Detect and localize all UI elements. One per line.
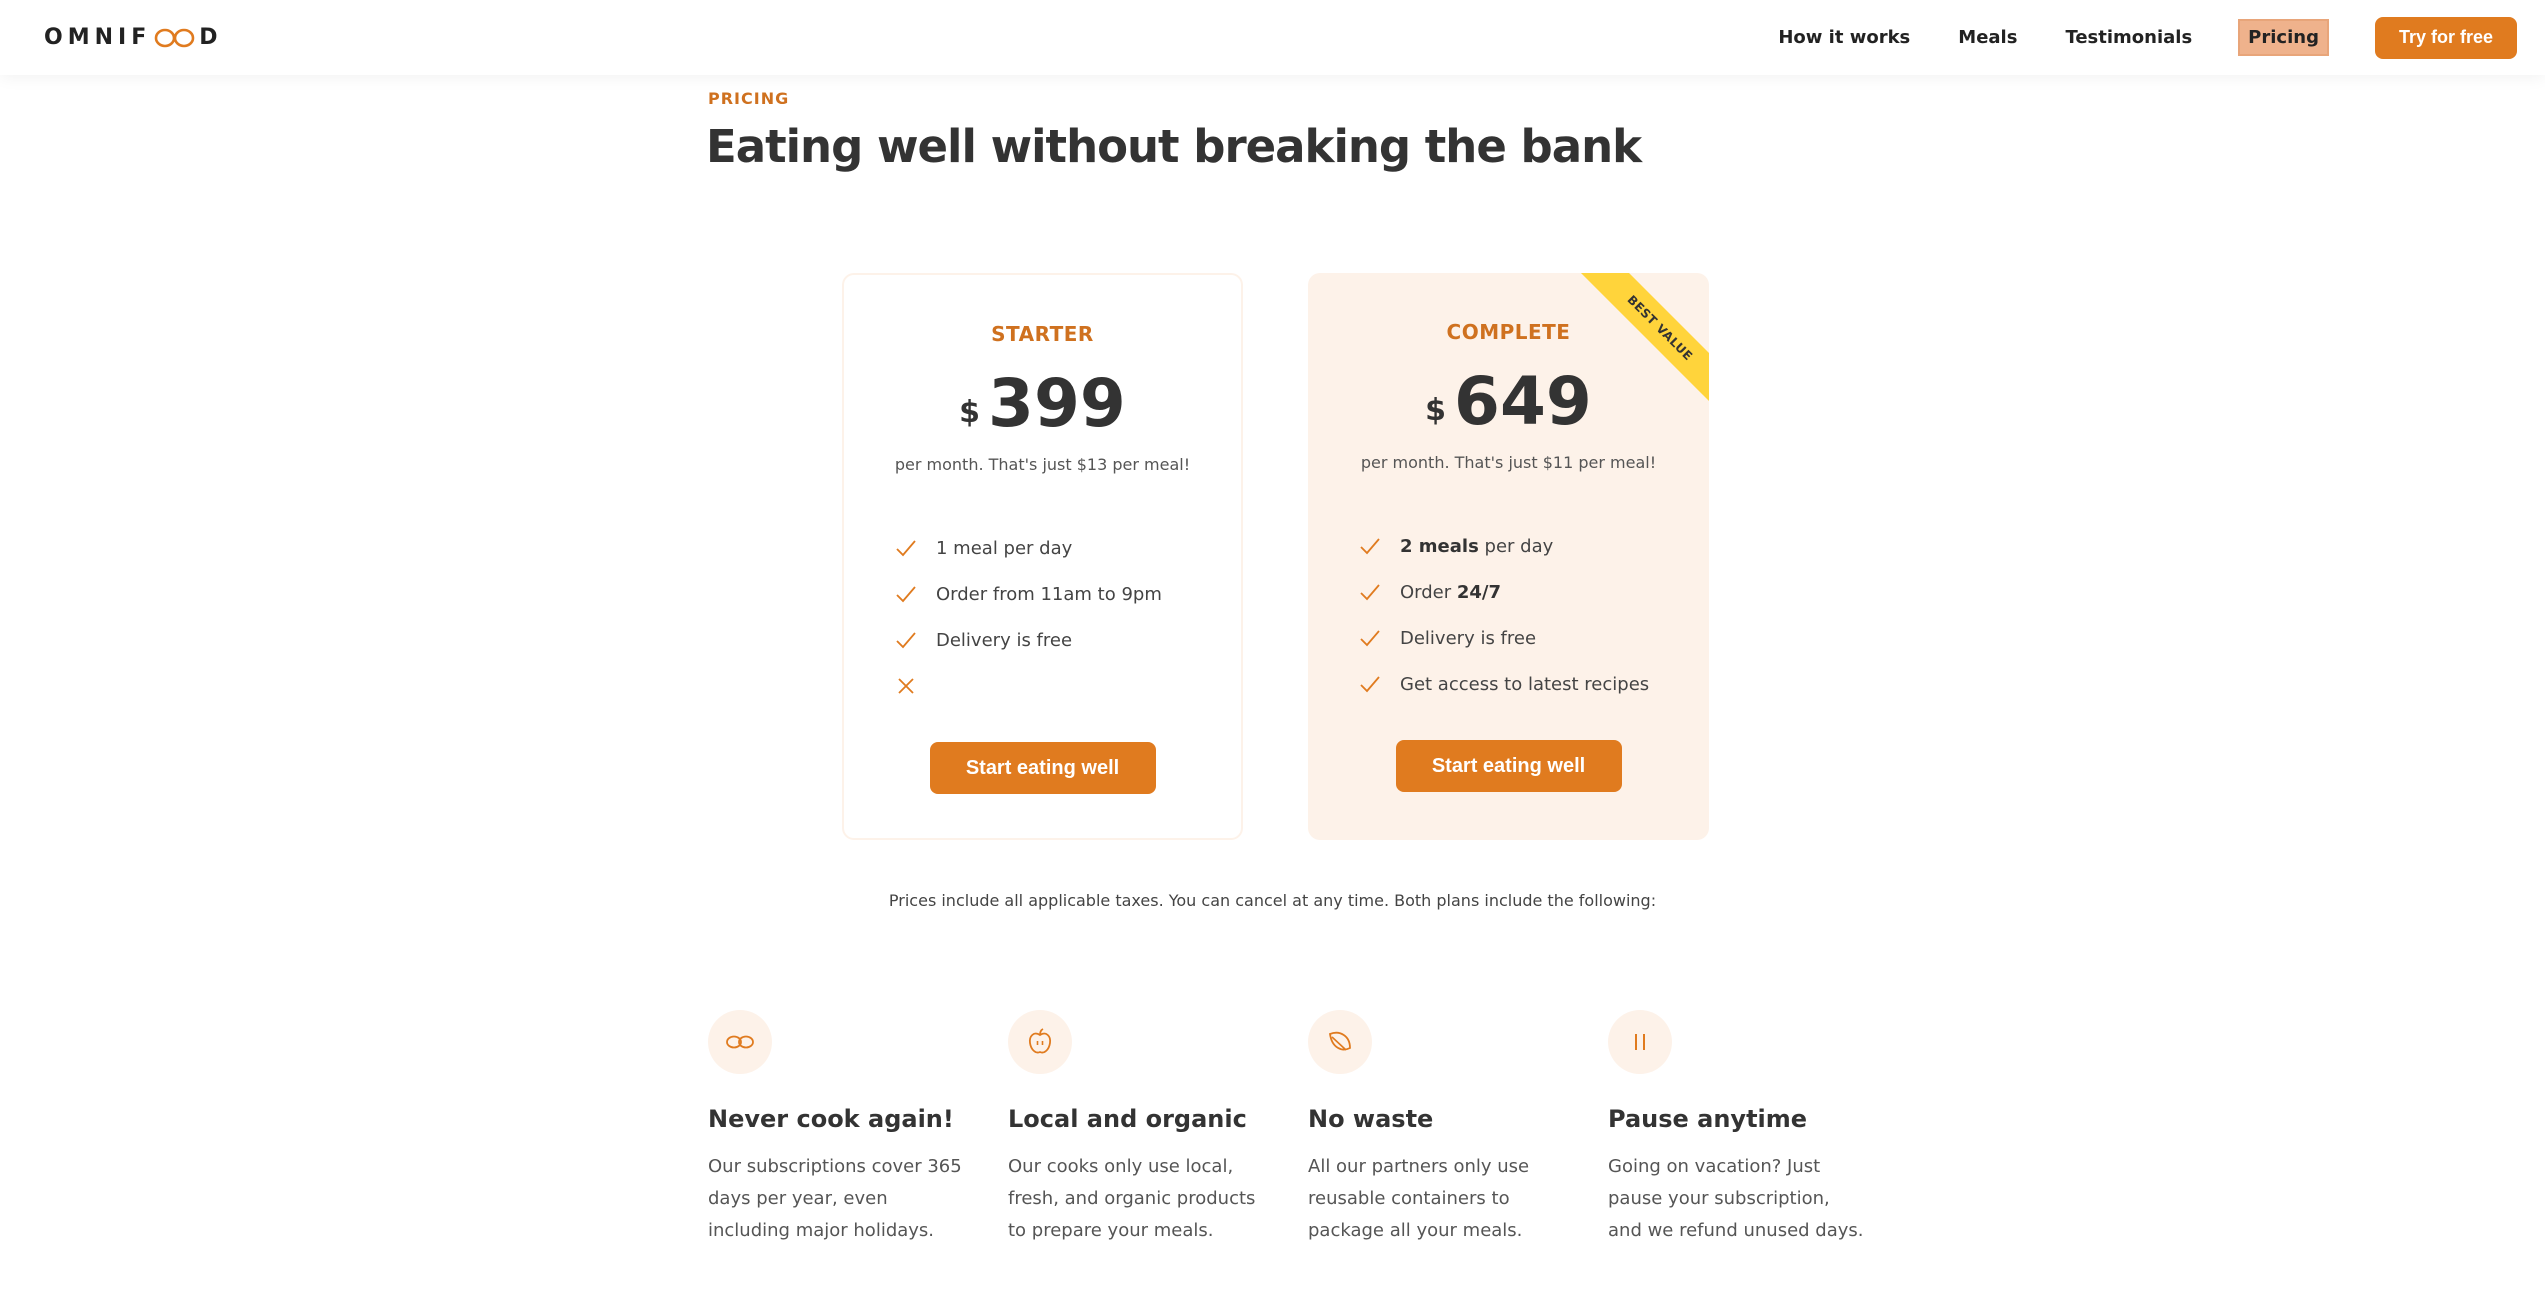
feature-pause-anytime: Pause anytime Going on vacation? Just pa…	[1608, 1010, 1868, 1241]
feature-text: Delivery is free	[936, 629, 1073, 651]
infinity-icon	[154, 28, 195, 47]
list-item	[894, 663, 1162, 709]
feature-icon-circle	[1008, 1010, 1072, 1074]
list-item: Get access to latest recipes	[1358, 661, 1649, 707]
plan-name: STARTER	[991, 322, 1094, 346]
feature-text-plain: Order	[1400, 581, 1457, 603]
leaf-icon	[1329, 1031, 1351, 1051]
feature-text: All our partners only use reusable conta…	[1308, 1156, 1530, 1241]
feature-text-plain: per day	[1478, 535, 1554, 557]
feature-icon-circle	[1608, 1010, 1672, 1074]
price-currency: $	[1425, 393, 1447, 428]
infinity-icon	[726, 1035, 754, 1049]
feature-title: Pause anytime	[1608, 1105, 1808, 1133]
nav-link-meals[interactable]: Meals	[1958, 27, 2017, 48]
feature-text: Delivery is free	[1400, 627, 1537, 649]
feature-never-cook: Never cook again! Our subscriptions cove…	[708, 1010, 968, 1241]
plan-feature-list: 1 meal per day Order from 11am to 9pm De…	[894, 525, 1162, 709]
check-icon	[1360, 630, 1380, 647]
nav-link-how-it-works[interactable]: How it works	[1778, 27, 1910, 48]
section-subheading: PRICING	[708, 89, 790, 108]
feature-text: Get access to latest recipes	[1400, 673, 1650, 695]
logo-text-left: OMNIF	[44, 25, 152, 50]
plan-price: $ 649	[1308, 363, 1709, 440]
list-item: 2 meals per day	[1358, 523, 1649, 569]
pricing-plan-starter: STARTER $ 399 per month. That's just $13…	[842, 273, 1243, 840]
plan-feature-list: 2 meals per day Order 24/7 Delivery is f…	[1358, 523, 1649, 707]
section-heading: Eating well without breaking the bank	[706, 120, 1642, 173]
apple-icon	[1028, 1028, 1052, 1054]
pause-icon	[1635, 1034, 1645, 1050]
list-item: Order from 11am to 9pm	[894, 571, 1162, 617]
feature-text: Order 24/7	[1400, 582, 1501, 603]
feature-title: Never cook again!	[708, 1105, 954, 1133]
feature-title: No waste	[1308, 1105, 1434, 1133]
price-currency: $	[959, 395, 981, 430]
pricing-plan-complete: BEST VALUE COMPLETE $ 649 per month. Tha…	[1308, 273, 1709, 840]
main-nav: How it works Meals Testimonials Pricing …	[1778, 16, 2517, 59]
feature-title: Local and organic	[1008, 1105, 1247, 1133]
plan-price: $ 399	[844, 365, 1241, 442]
feature-text: Our subscriptions cover 365 days per yea…	[708, 1156, 962, 1241]
list-item: Order 24/7	[1358, 569, 1649, 615]
price-amount: 649	[1454, 363, 1592, 440]
plan-price-text: per month. That's just $13 per meal!	[894, 455, 1191, 474]
check-icon	[896, 632, 916, 649]
feature-text-bold: 2 meals	[1400, 535, 1479, 557]
check-icon	[896, 586, 916, 603]
feature-icon-circle	[708, 1010, 772, 1074]
logo[interactable]: OMNIF D	[44, 25, 223, 50]
list-item: Delivery is free	[1358, 615, 1649, 661]
pricing-note: Prices include all applicable taxes. You…	[888, 891, 1657, 910]
plan-name: COMPLETE	[1446, 320, 1571, 344]
feature-local-organic: Local and organic Our cooks only use loc…	[1008, 1010, 1268, 1241]
list-item: 1 meal per day	[894, 525, 1162, 571]
try-for-free-button[interactable]: Try for free	[2374, 16, 2517, 59]
site-header: OMNIF D How it works Meals Testimonials …	[0, 0, 2545, 75]
list-item: Delivery is free	[894, 617, 1162, 663]
feature-icon-circle	[1308, 1010, 1372, 1074]
plan-price-text: per month. That's just $11 per meal!	[1360, 453, 1657, 472]
logo-text-right: D	[199, 25, 223, 50]
feature-text: Going on vacation? Just pause your subsc…	[1608, 1156, 1864, 1241]
feature-text: Our cooks only use local, fresh, and org…	[1008, 1156, 1256, 1241]
nav-link-pricing[interactable]: Pricing	[2238, 19, 2329, 56]
feature-text-bold: 24/7	[1456, 581, 1502, 603]
start-eating-well-button[interactable]: Start eating well	[1395, 740, 1622, 792]
feature-no-waste: No waste All our partners only use reusa…	[1308, 1010, 1568, 1241]
feature-text: Order from 11am to 9pm	[936, 583, 1162, 605]
feature-text: 2 meals per day	[1400, 536, 1553, 557]
start-eating-well-button[interactable]: Start eating well	[929, 742, 1156, 794]
close-icon	[898, 678, 914, 694]
nav-link-testimonials[interactable]: Testimonials	[2065, 27, 2192, 48]
check-icon	[1360, 676, 1380, 693]
check-icon	[1360, 584, 1380, 601]
check-icon	[896, 540, 916, 557]
check-icon	[1360, 538, 1380, 555]
feature-text: 1 meal per day	[936, 537, 1073, 559]
price-amount: 399	[988, 365, 1126, 442]
